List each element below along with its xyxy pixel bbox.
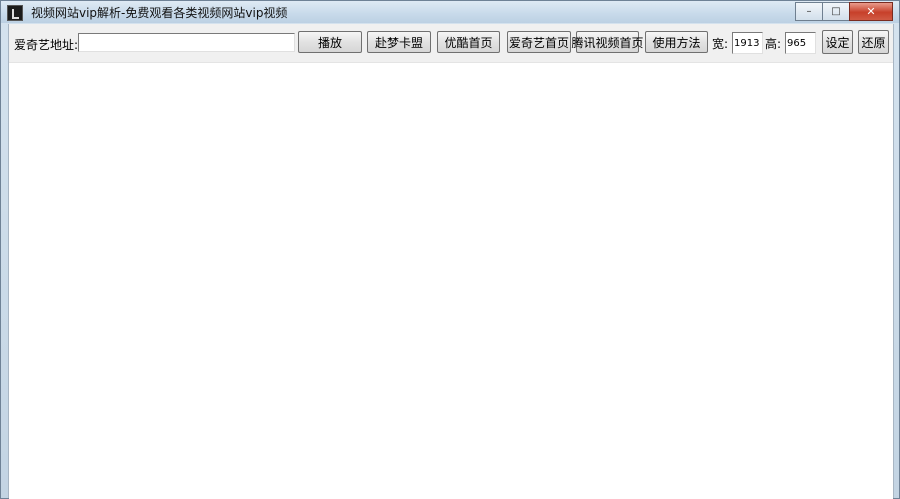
width-label: 宽: [712,37,729,51]
window-title: 视频网站vip解析-免费观看各类视频网站vip视频 [31,6,288,20]
url-label: 爱奇艺地址: [14,38,79,52]
maximize-button[interactable]: □ [822,2,850,21]
toolbar: 爱奇艺地址: 播放 赴梦卡盟 优酷首页 爱奇艺首页 腾讯视频首页 使用方法 宽:… [9,24,893,62]
set-size-button[interactable]: 设定 [822,30,853,54]
app-icon [7,5,23,21]
minimize-icon: – [806,6,812,17]
youku-home-button[interactable]: 优酷首页 [437,31,500,53]
app-window: 视频网站vip解析-免费观看各类视频网站vip视频 – □ ✕ 爱奇艺地址: 播… [0,0,900,499]
maximize-icon: □ [831,6,841,17]
tencent-video-home-button[interactable]: 腾讯视频首页 [572,31,644,53]
window-controls: – □ ✕ [795,2,893,21]
play-button[interactable]: 播放 [298,31,362,53]
browser-view[interactable] [9,62,893,499]
usage-guide-button[interactable]: 使用方法 [645,31,708,53]
minimize-button[interactable]: – [795,2,823,21]
height-label: 高: [765,37,782,51]
url-input[interactable] [78,33,295,52]
restore-size-button[interactable]: 还原 [858,30,889,54]
close-button[interactable]: ✕ [849,2,893,21]
close-icon: ✕ [866,5,876,18]
height-input[interactable] [785,32,816,54]
fumeng-kameng-button[interactable]: 赴梦卡盟 [367,31,431,53]
width-input[interactable] [732,32,763,54]
iqiyi-home-button[interactable]: 爱奇艺首页 [507,31,571,53]
title-bar[interactable]: 视频网站vip解析-免费观看各类视频网站vip视频 – □ ✕ [1,1,899,23]
client-area: 爱奇艺地址: 播放 赴梦卡盟 优酷首页 爱奇艺首页 腾讯视频首页 使用方法 宽:… [8,24,894,499]
